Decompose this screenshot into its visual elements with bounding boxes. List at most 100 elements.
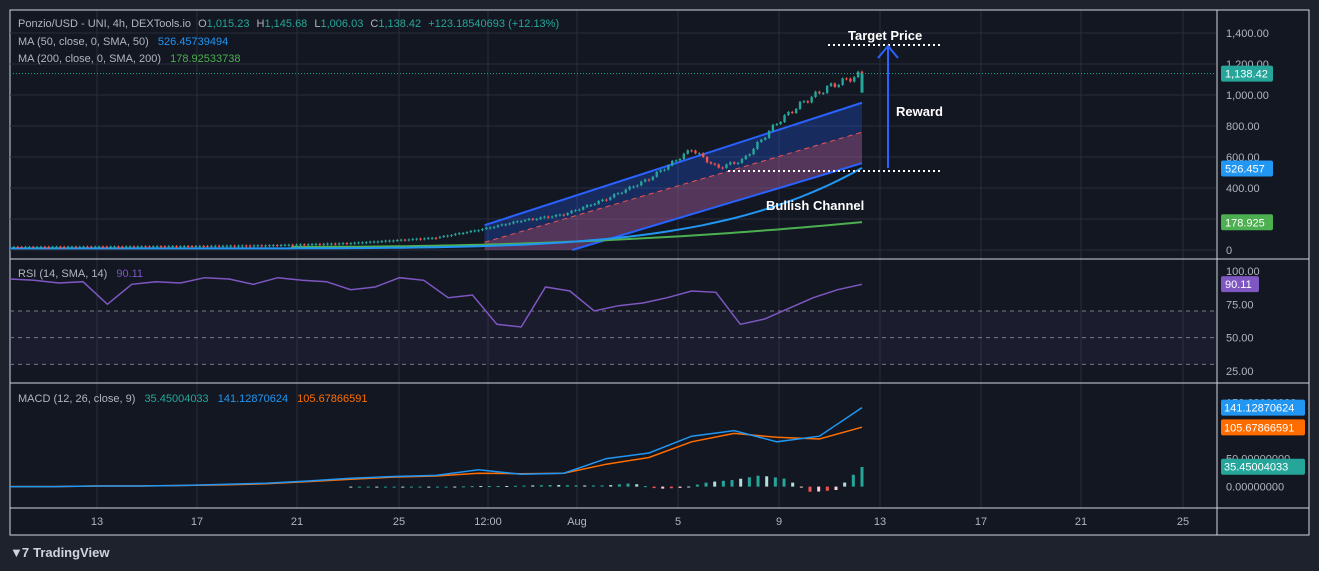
macd-histogram-bar: [834, 486, 838, 490]
ma200-legend[interactable]: MA (200, close, 0, SMA, 200) 178.9253373…: [18, 53, 241, 66]
candle: [578, 209, 581, 211]
chart-canvas[interactable]: 1,400.001,200.001,000.00800.00600.00400.…: [0, 0, 1319, 571]
rsi-tick-label: 25.00: [1226, 366, 1254, 378]
macd-histogram-bar: [747, 477, 751, 487]
macd-hist-badge: 35.45004033: [1224, 462, 1288, 474]
candle: [574, 210, 577, 212]
candle: [384, 240, 387, 242]
macd-histogram-bar: [531, 485, 535, 487]
candle: [721, 167, 724, 169]
candle: [268, 245, 271, 247]
candle: [183, 246, 186, 248]
candle: [225, 245, 229, 247]
candle: [32, 246, 35, 248]
candle: [403, 239, 407, 241]
candle: [802, 101, 806, 103]
candle: [446, 235, 449, 237]
candle: [78, 246, 81, 248]
macd-histogram-bar: [591, 485, 595, 487]
candle: [496, 225, 500, 227]
symbol-name[interactable]: Ponzio/USD - UNI, 4h, DEXTools.io: [18, 18, 191, 30]
macd-histogram-bar: [444, 486, 448, 488]
candle: [520, 221, 523, 223]
candle: [144, 246, 147, 248]
candle: [55, 246, 58, 248]
candle: [806, 101, 809, 103]
candle: [825, 85, 829, 93]
candle: [833, 83, 837, 87]
candle: [678, 159, 682, 161]
candle: [550, 216, 554, 218]
candle: [279, 244, 283, 246]
ma50-legend[interactable]: MA (50, close, 0, SMA, 50) 526.45739494: [18, 36, 228, 49]
candle: [105, 246, 109, 248]
macd-histogram-bar: [704, 482, 708, 487]
candle: [744, 155, 748, 159]
candle: [849, 78, 852, 82]
candle: [303, 244, 306, 246]
candle: [686, 150, 689, 154]
candle: [229, 245, 232, 247]
candle: [640, 181, 643, 186]
candle: [500, 224, 504, 226]
candle: [837, 84, 840, 87]
macd-histogram-bar: [739, 478, 743, 487]
candle: [291, 244, 294, 246]
candle: [597, 200, 600, 204]
macd-histogram-bar: [635, 484, 639, 487]
macd-histogram-bar: [756, 475, 760, 487]
candle: [450, 235, 453, 237]
candle: [330, 243, 333, 245]
candle: [632, 186, 635, 188]
macd-tick-label: 0.00000000: [1226, 482, 1284, 494]
candle: [86, 246, 89, 248]
candle: [609, 197, 612, 200]
macd-histogram-bar: [730, 480, 734, 487]
macd-histogram-bar: [713, 481, 717, 487]
candle: [465, 232, 469, 234]
candle: [97, 246, 101, 248]
macd-histogram-bar: [357, 486, 361, 488]
macd-histogram-bar: [851, 474, 855, 487]
candle: [264, 245, 267, 247]
tradingview-brand[interactable]: ▼7 TradingView: [10, 545, 109, 560]
candle: [90, 246, 93, 248]
candle: [814, 91, 817, 97]
candle: [763, 137, 767, 140]
macd-histogram-bar: [669, 486, 673, 489]
candle: [376, 241, 380, 243]
candle: [717, 164, 720, 168]
macd-line-value: 141.12870624: [217, 393, 289, 405]
candle: [411, 238, 414, 240]
candle: [47, 246, 50, 248]
rsi-legend[interactable]: RSI (14, SMA, 14) 90.11: [18, 268, 143, 281]
macd-legend[interactable]: MACD (12, 26, close, 9) 35.45004033 141.…: [18, 393, 368, 406]
candle: [74, 246, 78, 248]
candle: [702, 153, 705, 157]
candle: [59, 246, 62, 248]
candle: [589, 204, 593, 206]
macd-histogram-bar: [392, 486, 396, 488]
candle: [620, 192, 624, 194]
candle: [628, 186, 631, 190]
candle: [667, 165, 670, 170]
candle: [148, 246, 151, 248]
candle: [245, 245, 248, 247]
candle: [117, 246, 120, 248]
macd-histogram-bar: [626, 483, 630, 487]
candle: [492, 226, 496, 228]
candle: [132, 246, 136, 248]
macd-signal-value: 105.67866591: [297, 393, 368, 405]
macd-histogram-bar: [409, 486, 413, 488]
candle: [593, 203, 596, 205]
candle: [570, 210, 573, 214]
candle: [20, 246, 23, 248]
candle: [473, 230, 476, 232]
macd-histogram-bar: [383, 486, 387, 488]
candle: [725, 164, 728, 168]
candle: [810, 96, 813, 103]
candle: [361, 242, 364, 244]
candle: [101, 246, 105, 248]
candle: [523, 220, 527, 222]
candle: [51, 246, 54, 248]
